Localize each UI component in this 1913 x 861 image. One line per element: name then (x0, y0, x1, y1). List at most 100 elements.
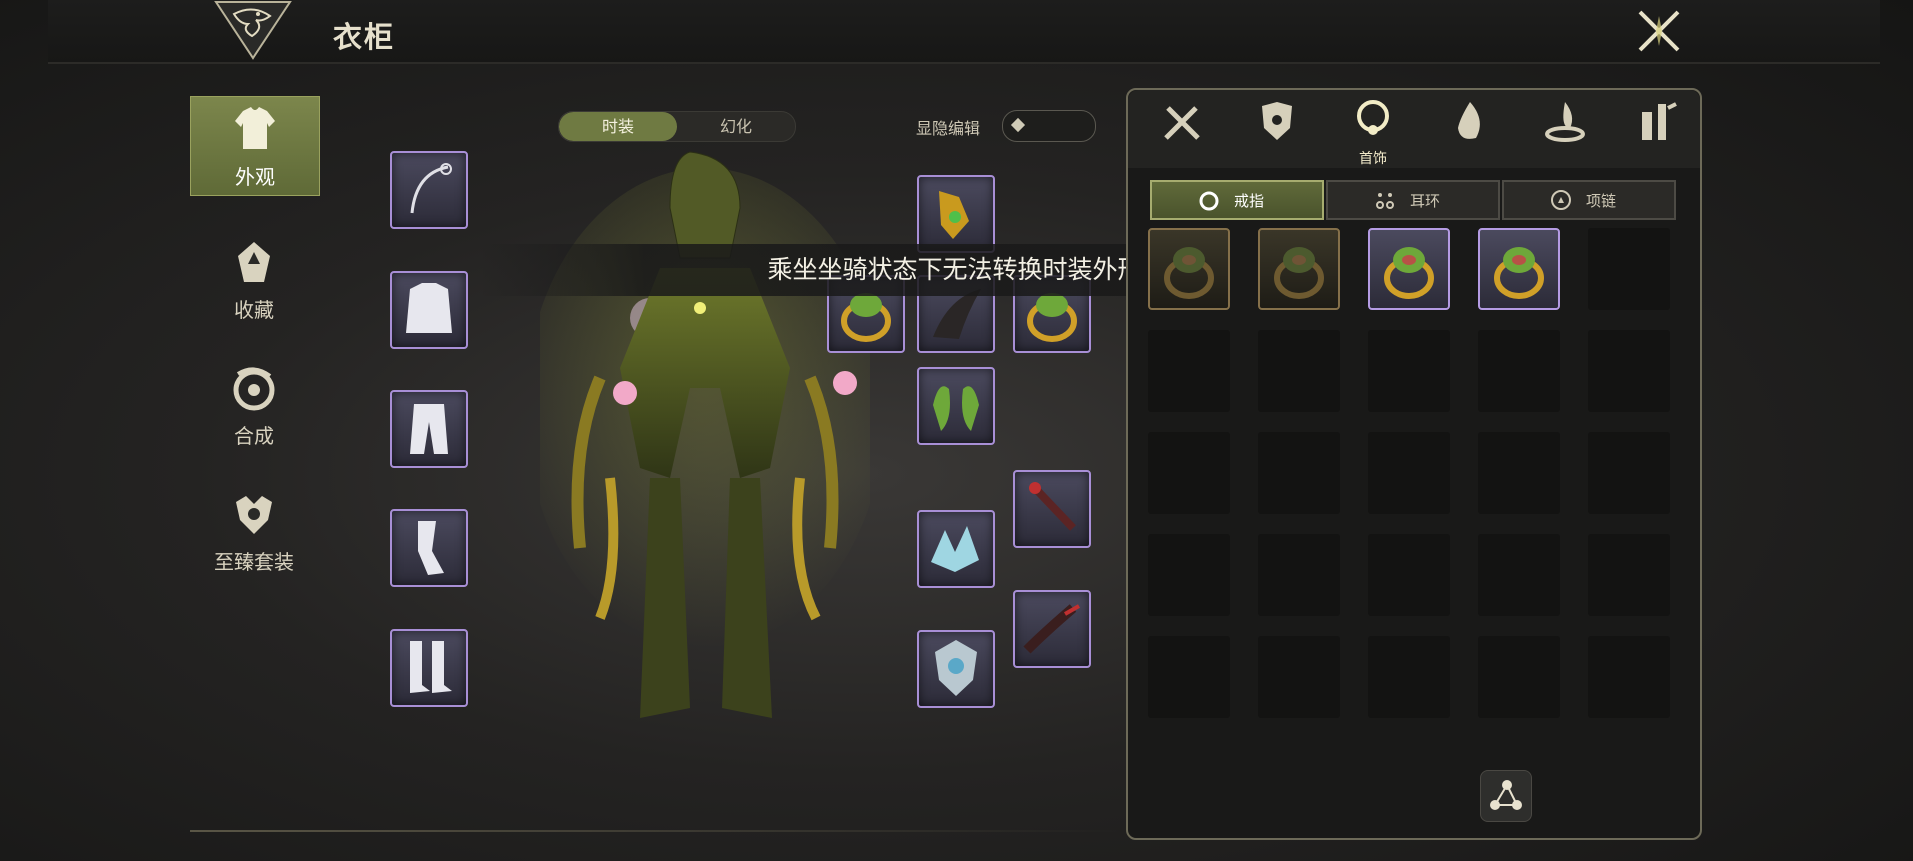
subtab-ring[interactable]: 戒指 (1150, 180, 1324, 220)
share-icon (1490, 780, 1522, 810)
ring-icon (1384, 247, 1434, 299)
character-model[interactable] (525, 148, 885, 748)
slot-boots[interactable] (390, 629, 468, 707)
boots-icon (410, 641, 452, 693)
slot-pants[interactable] (390, 390, 468, 468)
subtab-earring[interactable]: 耳环 (1326, 180, 1500, 220)
grid-cell (1148, 432, 1230, 514)
grid-cell (1588, 228, 1670, 310)
nav-appearance-label: 外观 (235, 165, 275, 189)
grid-cell (1588, 636, 1670, 718)
close-button[interactable] (1634, 6, 1684, 56)
outfit-icon (235, 107, 275, 149)
armor-category-icon (1262, 102, 1292, 140)
category-accessory[interactable]: 首饰 (1342, 98, 1404, 167)
weapon-icon (410, 163, 452, 214)
earring-icon (1376, 193, 1394, 209)
ring-icon (1494, 247, 1544, 299)
tail-icon (1023, 604, 1080, 654)
earring-icon (933, 386, 979, 431)
grid-cell (1478, 534, 1560, 616)
grid-cell (1478, 636, 1560, 718)
slot-gloves[interactable] (390, 509, 468, 587)
category-weapon[interactable] (1150, 98, 1212, 160)
grid-cell (1368, 432, 1450, 514)
weapon-category-icon (1164, 106, 1200, 140)
grid-cell (1588, 330, 1670, 412)
divider (190, 830, 1120, 832)
emblem-icon (935, 640, 977, 696)
subtab-earring-label: 耳环 (1410, 192, 1441, 210)
dragon-emblem-icon (212, 0, 294, 60)
show-edit-label: 显隐编辑 (916, 119, 981, 138)
grid-cell (1258, 432, 1340, 514)
necklace-icon (1551, 190, 1571, 210)
ring-item[interactable] (1478, 228, 1560, 310)
nav-synthesis-label: 合成 (234, 424, 274, 448)
grid-cell (1148, 534, 1230, 616)
grid-cell (1148, 330, 1230, 412)
grid-cell (1148, 636, 1230, 718)
premium-set-icon (236, 496, 272, 534)
wardrobe-panel: 首饰 戒指 耳环 项链 (1126, 88, 1702, 840)
grid-cell (1258, 636, 1340, 718)
wand-icon (1029, 482, 1076, 531)
grid-cell (1368, 534, 1450, 616)
mode-toggle: 时装 幻化 (558, 111, 796, 142)
subtab-necklace[interactable]: 项链 (1502, 180, 1676, 220)
category-flame[interactable] (1438, 98, 1500, 160)
accessory-category-icon (1357, 100, 1389, 135)
show-edit-toggle[interactable] (1002, 110, 1096, 142)
subtab-ring-label: 戒指 (1234, 192, 1265, 210)
grid-cell (1588, 534, 1670, 616)
top-bar (48, 0, 1880, 64)
gloves-icon (418, 521, 444, 575)
nav-collection[interactable]: 收藏 (190, 230, 318, 328)
share-button[interactable] (1480, 770, 1532, 822)
nav-collection-label: 收藏 (234, 298, 274, 322)
subtab-necklace-label: 项链 (1586, 192, 1617, 210)
collection-icon (238, 242, 270, 282)
aura-category-icon (1545, 102, 1585, 142)
grid-cell (1258, 330, 1340, 412)
ring-item[interactable] (1368, 228, 1450, 310)
slot-necklace[interactable] (917, 175, 995, 253)
grid-cell (1368, 330, 1450, 412)
page-title: 衣柜 (333, 20, 396, 54)
category-aura[interactable] (1534, 98, 1596, 160)
flame-category-icon (1458, 102, 1480, 139)
slot-top[interactable] (390, 271, 468, 349)
nav-synthesis[interactable]: 合成 (190, 356, 318, 454)
misc-category-icon (1642, 102, 1677, 140)
mode-transmog-tab[interactable]: 幻化 (677, 112, 795, 141)
category-accessory-label: 首饰 (1359, 151, 1387, 167)
slot-emblem[interactable] (917, 630, 995, 708)
nav-premium-set-label: 至臻套装 (214, 550, 294, 574)
ring-icon (1199, 191, 1219, 211)
mode-fashion-tab[interactable]: 时装 (559, 112, 677, 141)
slot-tail[interactable] (1013, 590, 1091, 668)
ring-icon (1164, 247, 1214, 299)
category-bar: 首饰 (1128, 90, 1700, 168)
toggle-knob (1010, 117, 1026, 133)
top-icon (406, 283, 452, 333)
category-armor[interactable] (1246, 98, 1308, 160)
slot-weapon[interactable] (390, 151, 468, 229)
pants-icon (410, 404, 448, 454)
grid-cell (1478, 432, 1560, 514)
nav-premium-set[interactable]: 至臻套装 (190, 482, 318, 580)
wing-icon (931, 526, 979, 572)
slot-earring[interactable] (917, 367, 995, 445)
slot-wing[interactable] (917, 510, 995, 588)
ring-item[interactable] (1148, 228, 1230, 310)
slot-wand[interactable] (1013, 470, 1091, 548)
grid-cell (1368, 636, 1450, 718)
necklace-icon (939, 191, 969, 239)
nav-appearance[interactable]: 外观 (190, 96, 320, 196)
close-icon (1638, 10, 1680, 52)
ring-icon (1274, 247, 1324, 299)
synthesis-icon (233, 367, 275, 411)
grid-cell (1478, 330, 1560, 412)
category-misc[interactable] (1626, 98, 1688, 160)
ring-item[interactable] (1258, 228, 1340, 310)
